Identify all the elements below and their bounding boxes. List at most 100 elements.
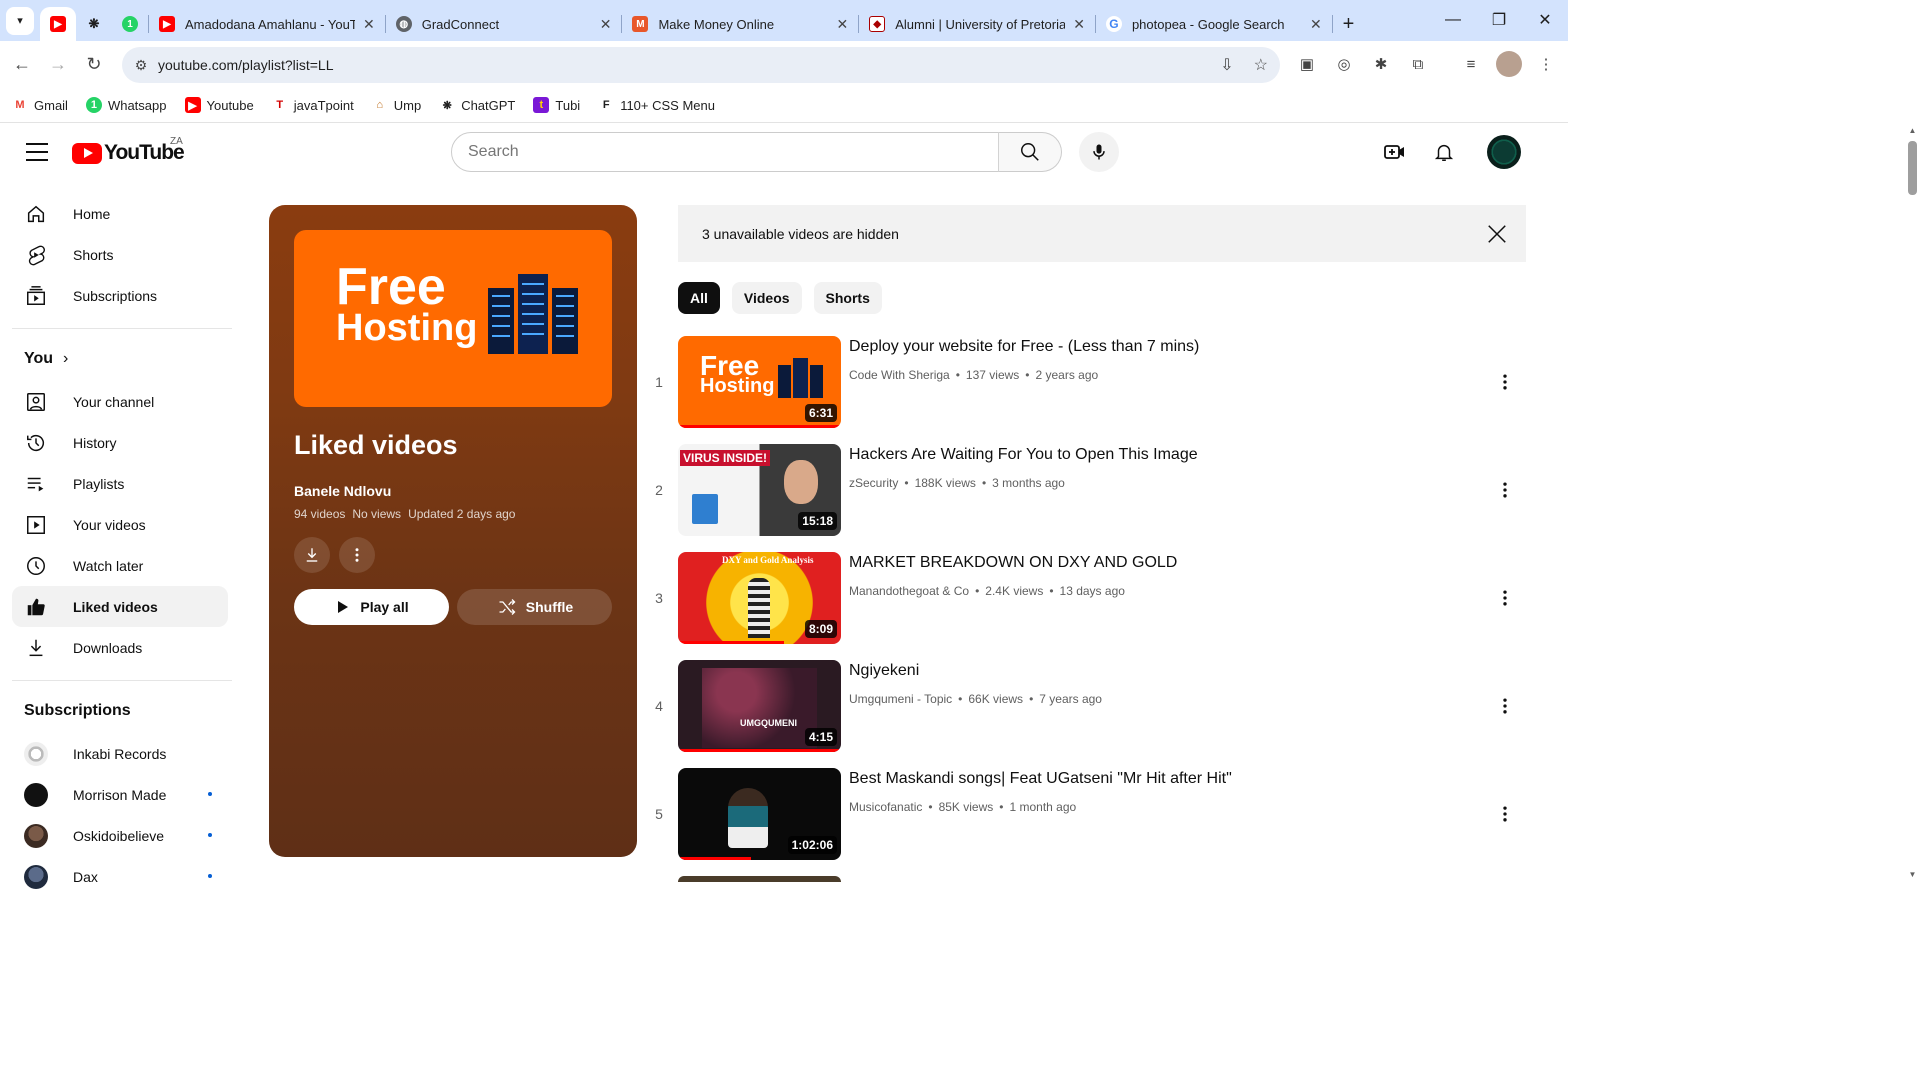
scrollbar-thumb[interactable] — [1908, 141, 1917, 195]
video-thumbnail[interactable]: VIRUS INSIDE! 15:18 — [678, 444, 841, 536]
media-control-icon[interactable]: ≡ — [1458, 51, 1484, 77]
bookmark-gmail[interactable]: M Gmail — [12, 97, 68, 113]
bookmark-youtube[interactable]: ▶ Youtube — [184, 97, 254, 113]
voice-search-button[interactable] — [1079, 132, 1119, 172]
close-tab-icon[interactable]: ✕ — [1073, 16, 1085, 33]
sidebar-item-subscriptions[interactable]: Subscriptions — [12, 275, 228, 316]
sidebar-item-history[interactable]: History — [12, 422, 228, 463]
subscription-dax[interactable]: Dax — [12, 856, 228, 897]
new-tab-button[interactable]: + — [1333, 7, 1365, 41]
address-bar[interactable]: ⚙ youtube.com/playlist?list=LL ⇩ ☆ — [122, 47, 1280, 83]
video-thumbnail[interactable]: Free Hosting 6:31 — [678, 336, 841, 428]
sidebar-item-watch-later[interactable]: Watch later — [12, 545, 228, 586]
tab-make-money[interactable]: M Make Money Online ✕ — [622, 7, 858, 41]
playlist-owner[interactable]: Banele Ndlovu — [294, 483, 391, 499]
sidebar-item-your-channel[interactable]: Your channel — [12, 381, 228, 422]
search-button[interactable] — [998, 132, 1062, 172]
video-title[interactable]: MARKET BREAKDOWN ON DXY AND GOLD — [849, 554, 1177, 572]
translate-extension-icon[interactable]: ▣ — [1294, 51, 1320, 77]
subscription-inkabi-records[interactable]: Inkabi Records — [12, 733, 228, 774]
table-row[interactable] — [650, 876, 1530, 882]
bookmark-ump[interactable]: ⌂ Ump — [372, 97, 421, 113]
more-vertical-icon[interactable] — [1495, 372, 1515, 392]
shuffle-button[interactable]: Shuffle — [457, 589, 612, 625]
notifications-button[interactable] — [1431, 139, 1457, 165]
video-thumbnail[interactable]: DXY and Gold Analysis 8:09 — [678, 552, 841, 644]
table-row[interactable]: 4 UMGQUMENI 4:15 Ngiyekeni Umgqumeni - T… — [650, 660, 1530, 752]
table-row[interactable]: 1 Free Hosting 6:31 Deploy your website f… — [650, 336, 1530, 428]
chip-all[interactable]: All — [678, 282, 720, 314]
scroll-up-icon[interactable]: ▲ — [1908, 126, 1917, 135]
download-playlist-button[interactable] — [294, 537, 330, 573]
close-tab-icon[interactable]: ✕ — [600, 16, 612, 33]
playlist-thumbnail[interactable]: Free Hosting — [294, 230, 612, 407]
extensions-puzzle-icon[interactable]: ⧉ — [1405, 51, 1431, 77]
extension-icon[interactable]: ◎ — [1331, 51, 1357, 77]
scroll-down-icon[interactable]: ▼ — [1908, 870, 1917, 879]
create-button[interactable] — [1382, 139, 1408, 165]
table-row[interactable]: 3 DXY and Gold Analysis 8:09 MARKET BREA… — [650, 552, 1530, 644]
tab-gradconnect[interactable]: ◍ GradConnect ✕ — [386, 7, 622, 41]
tab-alumni[interactable]: ◆ Alumni | University of Pretoria ✕ — [859, 7, 1095, 41]
more-vertical-icon[interactable] — [1495, 696, 1515, 716]
profile-avatar[interactable] — [1496, 51, 1522, 77]
bookmark-whatsapp[interactable]: 1 Whatsapp — [85, 97, 167, 113]
video-title[interactable]: Best Maskandi songs| Feat UGatseni "Mr H… — [849, 770, 1232, 788]
close-tab-icon[interactable]: ✕ — [1310, 16, 1322, 33]
sidebar-item-liked-videos[interactable]: Liked videos — [12, 586, 228, 627]
table-row[interactable]: 5 1:02:06 Best Maskandi songs| Feat UGat… — [650, 768, 1530, 860]
search-input[interactable] — [468, 143, 998, 161]
site-settings-icon[interactable]: ⚙ — [124, 57, 158, 74]
sidebar-item-home[interactable]: Home — [12, 193, 228, 234]
subscription-morrison-made[interactable]: Morrison Made — [12, 774, 228, 815]
video-thumbnail[interactable] — [678, 876, 841, 882]
channel-name[interactable]: Manandothegoat & Co — [849, 584, 969, 598]
play-all-button[interactable]: Play all — [294, 589, 449, 625]
restore-icon[interactable]: ❐ — [1476, 0, 1522, 40]
video-title[interactable]: Ngiyekeni — [849, 662, 919, 680]
tab-chatgpt[interactable]: ❋ — [76, 7, 112, 41]
reload-icon[interactable]: ↻ — [76, 47, 112, 83]
close-icon[interactable] — [1486, 223, 1508, 245]
more-vertical-icon[interactable] — [1495, 588, 1515, 608]
you-section-header[interactable]: You › — [24, 341, 240, 377]
bug-extension-icon[interactable]: ✱ — [1368, 51, 1394, 77]
minimize-icon[interactable]: — — [1430, 0, 1476, 40]
sidebar-item-your-videos[interactable]: Your videos — [12, 504, 228, 545]
more-vertical-icon[interactable] — [1495, 480, 1515, 500]
bookmark-css-menu[interactable]: F 110+ CSS Menu — [598, 97, 715, 113]
channel-name[interactable]: Code With Sheriga — [849, 368, 950, 382]
forward-icon[interactable]: → — [40, 47, 76, 83]
bookmark-chatgpt[interactable]: ❋ ChatGPT — [439, 97, 516, 113]
bookmark-tubi[interactable]: t Tubi — [533, 97, 580, 113]
chip-videos[interactable]: Videos — [731, 282, 802, 314]
install-app-icon[interactable]: ⇩ — [1220, 55, 1233, 75]
tab-whatsapp[interactable]: 1 — [112, 7, 148, 41]
table-row[interactable]: 2 VIRUS INSIDE! 15:18 Hackers Are Waitin… — [650, 444, 1530, 536]
channel-name[interactable]: zSecurity — [849, 476, 898, 490]
subscription-oskidoibelieve[interactable]: Oskidoibelieve — [12, 815, 228, 856]
more-vertical-icon[interactable] — [1495, 804, 1515, 824]
close-tab-icon[interactable]: ✕ — [363, 16, 375, 33]
chrome-menu-icon[interactable]: ⋮ — [1533, 51, 1559, 77]
video-title[interactable]: Deploy your website for Free - (Less tha… — [849, 338, 1199, 356]
sidebar-item-downloads[interactable]: Downloads — [12, 627, 228, 668]
channel-name[interactable]: Umgqumeni - Topic — [849, 692, 952, 706]
account-avatar[interactable] — [1487, 135, 1521, 169]
chip-shorts[interactable]: Shorts — [813, 282, 882, 314]
close-window-icon[interactable]: ✕ — [1522, 0, 1568, 40]
tab-youtube-liked[interactable]: ▶ — [40, 7, 76, 41]
channel-name[interactable]: Musicofanatic — [849, 800, 922, 814]
menu-icon[interactable] — [26, 143, 48, 161]
video-title[interactable]: Hackers Are Waiting For You to Open This… — [849, 446, 1198, 464]
tab-search-button[interactable]: ▾ — [6, 6, 34, 35]
video-thumbnail[interactable]: UMGQUMENI 4:15 — [678, 660, 841, 752]
sidebar-item-playlists[interactable]: Playlists — [12, 463, 228, 504]
page-scrollbar[interactable]: ▲ ▼ — [1905, 123, 1920, 882]
close-tab-icon[interactable]: ✕ — [836, 16, 848, 33]
url-text[interactable]: youtube.com/playlist?list=LL — [158, 57, 334, 73]
tab-photopea-search[interactable]: G photopea - Google Search ✕ — [1096, 7, 1332, 41]
video-thumbnail[interactable]: 1:02:06 — [678, 768, 841, 860]
youtube-logo[interactable]: YouTube ZA — [72, 136, 185, 165]
bookmark-star-icon[interactable]: ☆ — [1254, 55, 1268, 75]
